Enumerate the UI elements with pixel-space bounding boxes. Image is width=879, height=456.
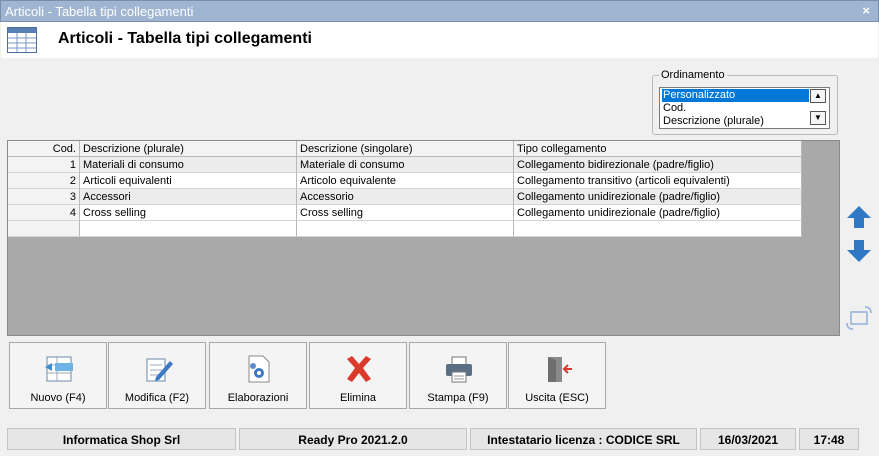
- column-header-cod[interactable]: Cod.: [8, 141, 80, 157]
- cell-link-type[interactable]: [514, 221, 802, 237]
- table-row-new[interactable]: [8, 221, 802, 237]
- exit-button-label: Uscita (ESC): [525, 392, 589, 404]
- exit-button[interactable]: Uscita (ESC): [508, 342, 606, 409]
- cell-link-type[interactable]: Collegamento bidirezionale (padre/figlio…: [514, 157, 802, 173]
- ordering-option[interactable]: Cod.: [662, 102, 809, 115]
- ordering-option[interactable]: Descrizione (plurale): [662, 115, 809, 128]
- process-button-label: Elaborazioni: [227, 392, 289, 404]
- column-header-desc-singular[interactable]: Descrizione (singolare): [297, 141, 514, 157]
- table-row[interactable]: 1 Materiali di consumo Materiale di cons…: [8, 157, 802, 173]
- column-header-desc-plural[interactable]: Descrizione (plurale): [80, 141, 297, 157]
- print-button-label: Stampa (F9): [427, 392, 489, 404]
- window-title: Articoli - Tabella tipi collegamenti: [5, 4, 194, 19]
- grid-header-row: Cod. Descrizione (plurale) Descrizione (…: [8, 141, 802, 157]
- edit-pencil-icon: [146, 358, 173, 382]
- arrow-down-icon: [847, 240, 871, 262]
- delete-x-icon: [347, 356, 371, 382]
- table-row[interactable]: 4 Cross selling Cross selling Collegamen…: [8, 205, 802, 221]
- cell-desc-plural[interactable]: Materiali di consumo: [80, 157, 297, 173]
- cell-link-type[interactable]: Collegamento transitivo (articoli equiva…: [514, 173, 802, 189]
- table-row[interactable]: 2 Articoli equivalenti Articolo equivale…: [8, 173, 802, 189]
- cell-desc-plural[interactable]: Cross selling: [80, 205, 297, 221]
- status-time: 17:48: [799, 428, 859, 450]
- cell-cod[interactable]: 2: [8, 173, 80, 189]
- status-date: 16/03/2021: [700, 428, 796, 450]
- move-down-button[interactable]: [844, 236, 874, 266]
- close-icon[interactable]: ×: [862, 3, 870, 18]
- new-button[interactable]: Nuovo (F4): [9, 342, 107, 409]
- cell-cod[interactable]: 3: [8, 189, 80, 205]
- print-button[interactable]: Stampa (F9): [409, 342, 507, 409]
- cell-desc-singular[interactable]: Articolo equivalente: [297, 173, 514, 189]
- data-grid-area: Cod. Descrizione (plurale) Descrizione (…: [7, 140, 840, 336]
- window-titlebar: Articoli - Tabella tipi collegamenti ×: [0, 0, 879, 22]
- status-version: Ready Pro 2021.2.0: [239, 428, 467, 450]
- cell-cod[interactable]: 1: [8, 157, 80, 173]
- status-license: Intestatario licenza : CODICE SRL: [470, 428, 697, 450]
- cell-cod[interactable]: [8, 221, 80, 237]
- ordering-legend: Ordinamento: [659, 69, 727, 81]
- process-button[interactable]: Elaborazioni: [209, 342, 307, 409]
- table-icon: [7, 27, 37, 53]
- cell-desc-singular[interactable]: Materiale di consumo: [297, 157, 514, 173]
- status-bar: Informatica Shop Srl Ready Pro 2021.2.0 …: [7, 428, 873, 450]
- cell-link-type[interactable]: Collegamento unidirezionale (padre/figli…: [514, 205, 802, 221]
- arrow-up-icon: [847, 206, 871, 228]
- ordering-listbox[interactable]: Personalizzato Cod. Descrizione (plurale…: [659, 87, 830, 129]
- cell-desc-singular[interactable]: Cross selling: [297, 205, 514, 221]
- cell-link-type[interactable]: Collegamento unidirezionale (padre/figli…: [514, 189, 802, 205]
- reorder-icon: [846, 306, 872, 330]
- delete-button[interactable]: Elimina: [309, 342, 407, 409]
- ordering-scrollbar[interactable]: ▲ ▼: [810, 89, 828, 127]
- ordering-option[interactable]: Personalizzato: [662, 89, 809, 102]
- edit-button[interactable]: Modifica (F2): [108, 342, 206, 409]
- page-title: Articoli - Tabella tipi collegamenti: [58, 30, 312, 47]
- table-row[interactable]: 3 Accessori Accessorio Collegamento unid…: [8, 189, 802, 205]
- delete-button-label: Elimina: [339, 392, 377, 404]
- scroll-down-icon[interactable]: ▼: [810, 111, 826, 125]
- new-record-icon: [45, 356, 73, 382]
- cell-desc-plural[interactable]: Accessori: [80, 189, 297, 205]
- cell-desc-plural[interactable]: Articoli equivalenti: [80, 173, 297, 189]
- exit-door-icon: [548, 357, 572, 382]
- gear-document-icon: [248, 355, 270, 383]
- new-button-label: Nuovo (F4): [30, 392, 86, 404]
- cell-cod[interactable]: 4: [8, 205, 80, 221]
- cell-desc-plural[interactable]: [80, 221, 297, 237]
- status-company: Informatica Shop Srl: [7, 428, 236, 450]
- column-header-link-type[interactable]: Tipo collegamento: [514, 141, 802, 157]
- page-header: Articoli - Tabella tipi collegamenti: [1, 22, 878, 58]
- move-up-button[interactable]: [844, 202, 874, 232]
- cell-desc-singular[interactable]: [297, 221, 514, 237]
- cell-desc-singular[interactable]: Accessorio: [297, 189, 514, 205]
- edit-button-label: Modifica (F2): [124, 392, 190, 404]
- scroll-up-icon[interactable]: ▲: [810, 89, 826, 103]
- reorder-button[interactable]: [844, 303, 874, 333]
- printer-icon: [446, 356, 472, 383]
